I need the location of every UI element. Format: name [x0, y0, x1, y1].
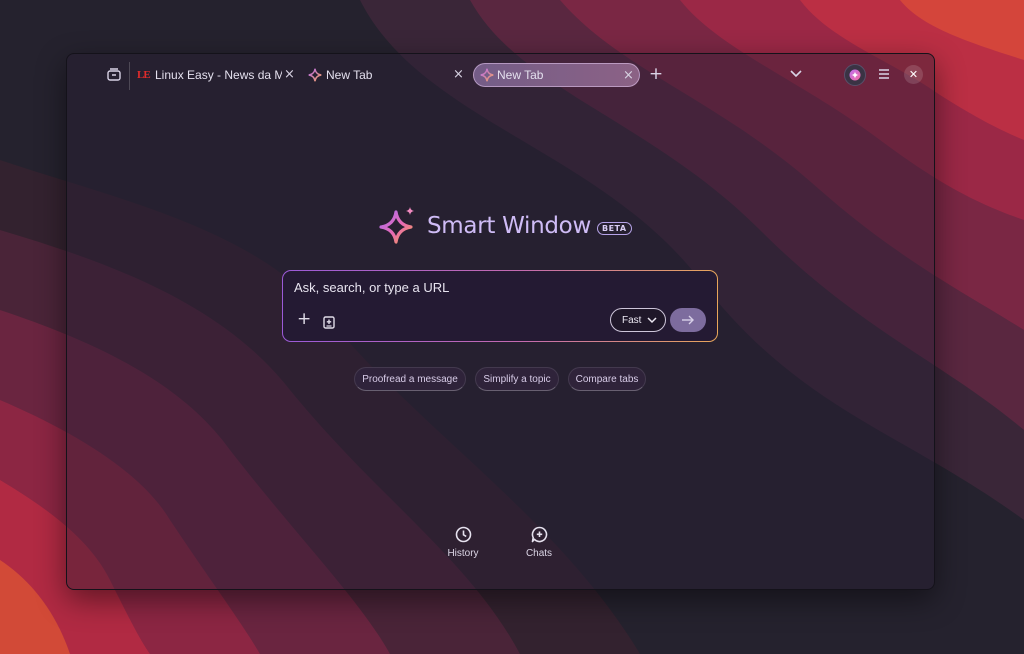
- add-context-button[interactable]: +: [297, 311, 311, 328]
- tab-label: New Tab: [497, 68, 544, 82]
- chat-add-icon: [531, 526, 547, 543]
- smart-window-sparkle-icon: [308, 68, 322, 82]
- hamburger-menu-icon[interactable]: [875, 66, 893, 82]
- chevron-down-icon[interactable]: [787, 66, 805, 82]
- page-title: Smart Window: [427, 213, 591, 239]
- tab-new-tab-active[interactable]: New Tab ×: [473, 63, 640, 87]
- beta-badge: BETA: [596, 221, 632, 235]
- tab-close-icon[interactable]: ×: [623, 69, 634, 82]
- tab-close-icon[interactable]: ×: [284, 68, 295, 81]
- tab-bar: LE Linux Easy - News da Mondo Linux × Ne…: [67, 54, 934, 94]
- chats-label: Chats: [525, 548, 553, 559]
- tab-close-icon[interactable]: ×: [453, 68, 464, 81]
- new-tab-button[interactable]: +: [647, 64, 665, 84]
- suggestion-chip-compare-tabs[interactable]: Compare tabs: [568, 367, 646, 391]
- linux-easy-favicon: LE: [137, 69, 151, 81]
- search-input[interactable]: Ask, search, or type a URL: [294, 280, 449, 295]
- smart-assistant-icon[interactable]: [844, 64, 866, 86]
- chevron-down-icon: [647, 317, 657, 324]
- tab-linux-easy[interactable]: LE Linux Easy - News da Mondo Linux ×: [137, 63, 297, 87]
- send-button[interactable]: [670, 308, 706, 332]
- tab-manager-icon[interactable]: [105, 65, 123, 83]
- tab-new-tab[interactable]: New Tab ×: [308, 63, 468, 87]
- history-label: History: [447, 548, 479, 559]
- browser-window: LE Linux Easy - News da Mondo Linux × Ne…: [66, 53, 935, 590]
- suggestion-chip-proofread[interactable]: Proofread a message: [354, 367, 466, 391]
- close-window-button[interactable]: ✕: [904, 65, 923, 84]
- arrow-right-icon: [682, 315, 694, 325]
- suggestion-chips: Proofread a message Simplify a topic Com…: [67, 367, 934, 391]
- page-context-icon[interactable]: [323, 314, 335, 329]
- history-button[interactable]: History: [433, 526, 493, 564]
- suggestion-chip-simplify[interactable]: Simplify a topic: [475, 367, 559, 391]
- tab-separator: [129, 62, 130, 90]
- smart-window-sparkle-icon: [379, 207, 414, 244]
- tab-label: New Tab: [326, 68, 373, 82]
- model-selector-label: Fast: [622, 314, 642, 326]
- smart-window-sparkle-icon: [480, 68, 494, 82]
- prompt-box: Ask, search, or type a URL + Fast: [282, 270, 718, 342]
- tab-label: Linux Easy - News da Mondo Linux: [155, 68, 282, 82]
- model-selector[interactable]: Fast: [610, 308, 666, 332]
- smart-window-header: Smart Window BETA: [379, 206, 632, 246]
- prompt-box-inner: Ask, search, or type a URL + Fast: [283, 271, 717, 341]
- chats-button[interactable]: Chats: [509, 526, 569, 564]
- clock-icon: [455, 526, 471, 543]
